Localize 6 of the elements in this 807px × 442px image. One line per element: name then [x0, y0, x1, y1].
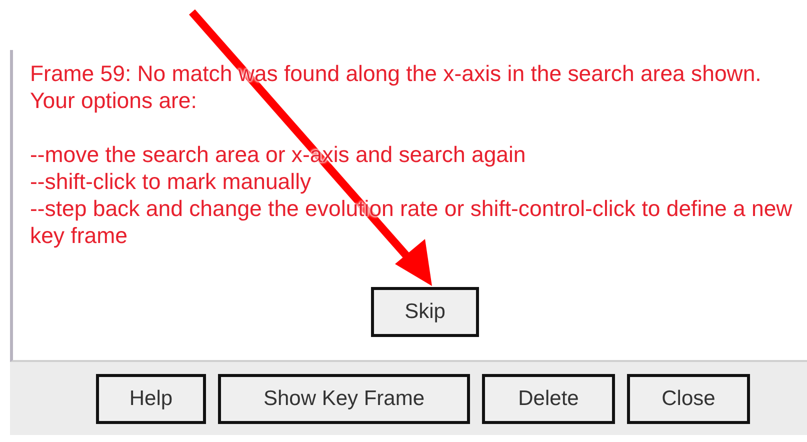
dialog-button[interactable]: Delete — [482, 374, 615, 424]
dialog-button[interactable]: Show Key Frame — [218, 374, 470, 424]
dialog-button[interactable]: Help — [96, 374, 206, 424]
skip-button[interactable]: Skip — [371, 287, 479, 337]
dialog-button[interactable]: Close — [627, 374, 750, 424]
option-text: --shift-click to mark manually — [30, 168, 312, 195]
